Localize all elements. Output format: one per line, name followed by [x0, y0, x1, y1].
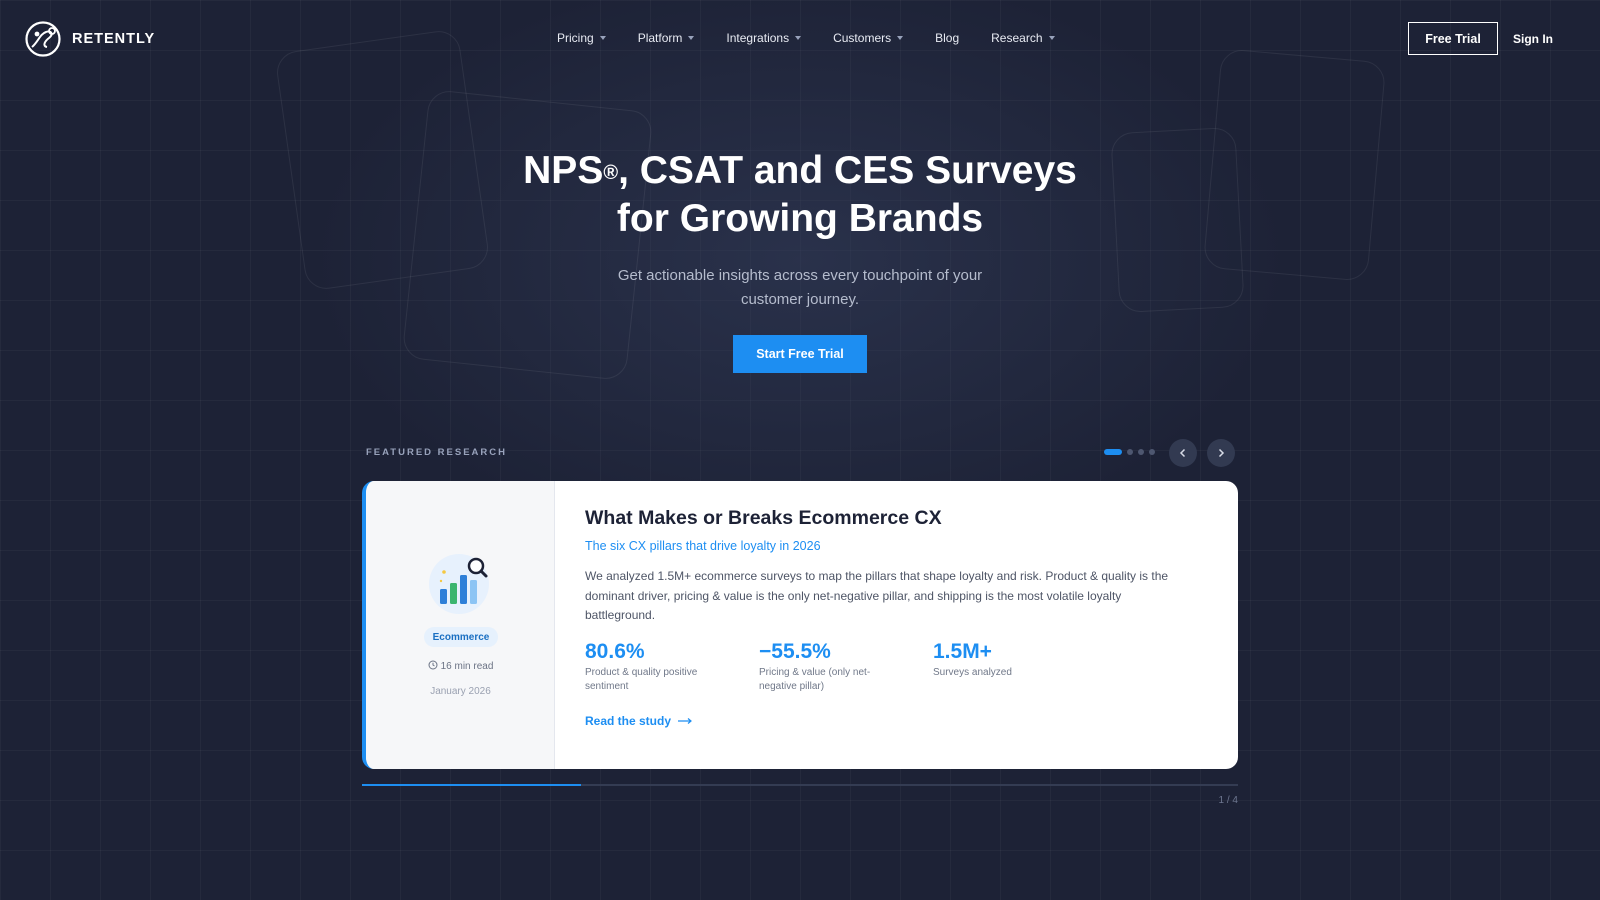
- research-card-title: What Makes or Breaks Ecommerce CX: [585, 507, 942, 529]
- research-card-description: We analyzed 1.5M+ ecommerce surveys to m…: [585, 569, 1169, 622]
- clock-icon: [428, 660, 438, 670]
- stat-label: Product & quality positive sentiment: [585, 666, 698, 692]
- stat: 1.5M+ Surveys analyzed: [933, 640, 1107, 694]
- nav-item-label: Research: [991, 31, 1043, 45]
- stat-value: −55.5%: [759, 639, 831, 663]
- carousel-dot[interactable]: [1127, 449, 1133, 455]
- carousel-progress-fill: [362, 784, 581, 786]
- chevron-right-icon: [1218, 448, 1225, 458]
- main-nav: Pricing Platform Integrations Customers …: [557, 31, 1055, 45]
- nav-item-integrations[interactable]: Integrations: [726, 31, 802, 45]
- nav-item-label: Integrations: [726, 31, 790, 45]
- brand-name: RETENTLY: [72, 31, 156, 47]
- stat-value: 1.5M+: [933, 639, 992, 663]
- chevron-down-icon: [897, 36, 904, 40]
- chevron-down-icon: [599, 36, 606, 40]
- nav-item-label: Blog: [935, 31, 960, 45]
- retently-logo-icon: [25, 21, 61, 57]
- chevron-left-icon: [1179, 448, 1186, 458]
- start-free-trial-button[interactable]: Start Free Trial: [733, 335, 867, 373]
- read-time-text: 16 min read: [440, 661, 494, 672]
- hero-title-rest: , CSAT and CES Surveys: [618, 149, 1077, 192]
- nav-item-platform[interactable]: Platform: [638, 31, 695, 45]
- carousel-prev-button[interactable]: [1169, 439, 1197, 467]
- hero-subtitle: Get actionable insights across every tou…: [617, 267, 983, 308]
- hero-title: NPS®, CSAT and CES Surveys for Growing B…: [0, 147, 1600, 243]
- brand-logo[interactable]: RETENTLY: [24, 20, 155, 58]
- category-badge: Ecommerce: [424, 627, 498, 647]
- publish-date: January 2026: [430, 686, 491, 697]
- hero-title-nps: NPS: [523, 149, 604, 192]
- free-trial-button[interactable]: Free Trial: [1408, 22, 1498, 55]
- carousel-dot[interactable]: [1138, 449, 1144, 455]
- chevron-down-icon: [795, 36, 802, 40]
- carousel-dots: [1104, 449, 1155, 455]
- research-card-body: What Makes or Breaks Ecommerce CX The si…: [555, 481, 1238, 769]
- carousel-dot[interactable]: [1104, 449, 1122, 455]
- nav-item-label: Platform: [637, 31, 683, 45]
- carousel-dot[interactable]: [1149, 449, 1155, 455]
- stats-row: 80.6% Product & quality positive sentime…: [585, 640, 1208, 694]
- sign-in-link[interactable]: Sign In: [1513, 32, 1553, 46]
- stat-label: Surveys analyzed: [933, 666, 1012, 678]
- carousel-next-button[interactable]: [1207, 439, 1235, 467]
- chart-search-icon: [429, 554, 489, 614]
- hero-title-line2: for Growing Brands: [616, 197, 984, 240]
- nav-item-research[interactable]: Research: [991, 31, 1055, 45]
- read-time: 16 min read: [366, 660, 555, 672]
- stat-label: Pricing & value (only net-negative pilla…: [759, 666, 871, 692]
- carousel-progress: [362, 784, 1238, 786]
- carousel-page-indicator: 1 / 4: [1218, 795, 1238, 806]
- read-study-label: Read the study: [585, 713, 672, 728]
- nav-item-customers[interactable]: Customers: [833, 31, 904, 45]
- nav-item-blog[interactable]: Blog: [935, 31, 959, 45]
- chevron-down-icon: [688, 36, 695, 40]
- read-study-link[interactable]: Read the study: [585, 714, 1208, 728]
- nav-item-label: Customers: [833, 31, 892, 45]
- nav-item-pricing[interactable]: Pricing: [557, 31, 606, 45]
- chevron-down-icon: [1048, 36, 1055, 40]
- registered-mark: ®: [603, 162, 619, 184]
- arrow-right-icon: [678, 717, 692, 724]
- featured-research-label: FEATURED RESEARCH: [366, 447, 507, 458]
- research-card-subtitle: The six CX pillars that drive loyalty in…: [585, 539, 821, 553]
- stat: −55.5% Pricing & value (only net-negativ…: [759, 640, 933, 694]
- research-card-meta: Ecommerce 16 min read January 2026: [366, 481, 555, 769]
- nav-item-label: Pricing: [557, 31, 594, 45]
- research-card[interactable]: Ecommerce 16 min read January 2026 What …: [362, 481, 1238, 769]
- stat-value: 80.6%: [585, 639, 645, 663]
- stat: 80.6% Product & quality positive sentime…: [585, 640, 759, 694]
